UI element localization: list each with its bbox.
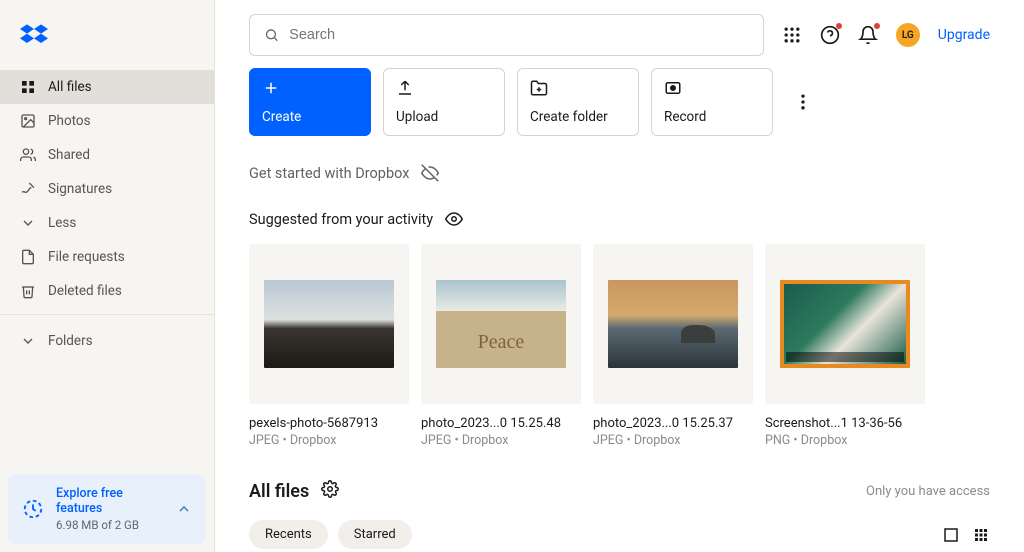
folders-section[interactable]: Folders [0,321,214,361]
all-files-header: All files Only you have access [215,448,1024,502]
get-started-label: Get started with Dropbox [249,165,409,182]
get-started-section: Get started with Dropbox [215,136,1024,182]
trash-icon [20,283,36,299]
file-name: Screenshot...1 13-36-56 [765,416,925,431]
divider [0,314,214,315]
nav-shared[interactable]: Shared [0,138,214,172]
chevron-up-icon [176,501,192,517]
nav-all-files[interactable]: All files [0,70,214,104]
suggested-list: pexels-photo-5687913 JPEG • Dropbox phot… [215,228,1024,448]
nav-label: Deleted files [48,283,122,299]
avatar[interactable]: LG [896,23,920,47]
apps-button[interactable] [782,25,802,45]
search-icon [264,27,279,43]
notification-dot [874,23,880,29]
apps-grid-icon [782,25,802,45]
logo[interactable] [0,0,214,70]
suggested-section: Suggested from your activity [215,182,1024,228]
users-icon [20,147,36,163]
thumbnail [249,244,409,404]
chevron-down-icon [20,215,36,231]
nav-deleted-files[interactable]: Deleted files [0,274,214,308]
nav-photos[interactable]: Photos [0,104,214,138]
topbar: LG Upgrade [215,0,1024,68]
sidebar: All files Photos Shared Signatures Less … [0,0,215,552]
settings-button[interactable] [321,480,339,502]
file-name: pexels-photo-5687913 [249,416,409,431]
gauge-icon [22,498,44,520]
view-grid-icon[interactable] [972,526,990,544]
nav-label: Less [48,215,76,231]
file-meta: PNG • Dropbox [765,433,925,448]
promo-title: Explore free features [56,486,164,516]
folders-label: Folders [48,333,93,349]
upload-icon [396,79,414,97]
more-actions-button[interactable] [793,92,813,112]
chevron-down-icon [20,333,36,349]
create-button[interactable]: Create [249,68,371,136]
nav-signatures[interactable]: Signatures [0,172,214,206]
file-meta: JPEG • Dropbox [421,433,581,448]
plus-icon [262,79,280,97]
nav-less[interactable]: Less [0,206,214,240]
filter-row: Recents Starred [215,502,1024,549]
file-card[interactable]: photo_2023...0 15.25.37 JPEG • Dropbox [593,244,753,448]
main-content: LG Upgrade Create Upload Create folder R… [215,0,1024,552]
nav-file-requests[interactable]: File requests [0,240,214,274]
create-folder-button[interactable]: Create folder [517,68,639,136]
nav-primary: All files Photos Shared Signatures Less … [0,70,214,308]
file-name: photo_2023...0 15.25.37 [593,416,753,431]
help-button[interactable] [820,25,840,45]
file-name: photo_2023...0 15.25.48 [421,416,581,431]
promo-sub: 6.98 MB of 2 GB [56,518,164,532]
folder-plus-icon [530,79,548,97]
dropbox-logo-icon [20,22,48,50]
signature-icon [20,181,36,197]
notification-dot [836,23,842,29]
promo-banner[interactable]: Explore free features 6.98 MB of 2 GB [8,474,206,544]
upload-button[interactable]: Upload [383,68,505,136]
gear-icon [321,480,339,498]
nav-label: File requests [48,249,125,265]
record-icon [664,79,682,97]
access-label: Only you have access [866,484,990,499]
thumbnail [765,244,925,404]
image-icon [20,113,36,129]
search-input[interactable] [249,14,764,56]
more-vertical-icon [793,92,813,112]
suggested-label: Suggested from your activity [249,211,433,228]
file-meta: JPEG • Dropbox [249,433,409,448]
upgrade-link[interactable]: Upgrade [938,27,990,43]
record-button[interactable]: Record [651,68,773,136]
filter-starred[interactable]: Starred [338,520,412,549]
view-list-icon[interactable] [942,526,960,544]
file-card[interactable]: pexels-photo-5687913 JPEG • Dropbox [249,244,409,448]
nav-label: Photos [48,113,91,129]
file-card[interactable]: Screenshot...1 13-36-56 PNG • Dropbox [765,244,925,448]
nav-label: Signatures [48,181,112,197]
grid-icon [20,79,36,95]
file-icon [20,249,36,265]
file-meta: JPEG • Dropbox [593,433,753,448]
nav-label: Shared [48,147,90,163]
thumbnail [593,244,753,404]
filter-recents[interactable]: Recents [249,520,328,549]
nav-label: All files [48,79,92,95]
search-field[interactable] [289,27,749,43]
notifications-button[interactable] [858,25,878,45]
eye-off-icon[interactable] [421,164,439,182]
all-files-title: All files [249,481,309,502]
file-card[interactable]: photo_2023...0 15.25.48 JPEG • Dropbox [421,244,581,448]
thumbnail [421,244,581,404]
action-bar: Create Upload Create folder Record [215,68,1024,136]
eye-icon[interactable] [445,210,463,228]
